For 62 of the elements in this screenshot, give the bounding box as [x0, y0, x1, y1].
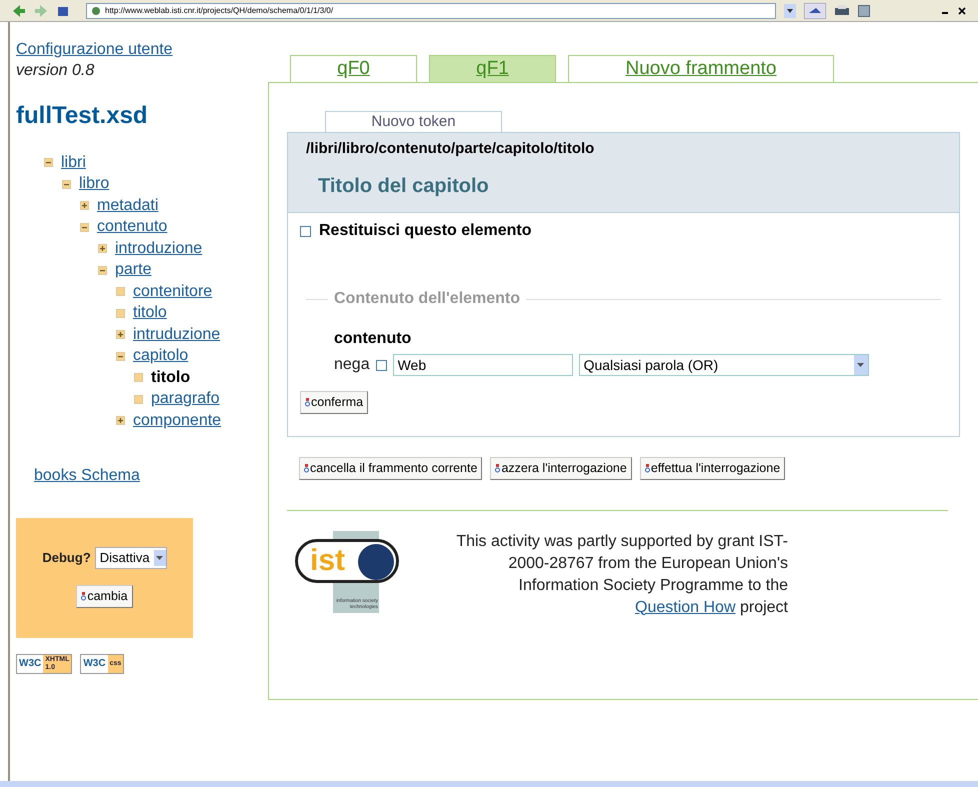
minus-icon[interactable] — [62, 180, 71, 189]
field-name: contenuto — [334, 329, 412, 349]
minus-icon[interactable] — [98, 266, 107, 275]
project-link[interactable]: Question How — [635, 598, 736, 616]
mode-select[interactable]: Qualsiasi parola (OR) — [578, 354, 869, 376]
caret-icon — [156, 556, 164, 560]
caret-icon — [857, 363, 864, 367]
fieldset-legend: Contenuto dell'elemento — [328, 287, 526, 311]
confirm-button[interactable]: conferma — [300, 391, 368, 414]
value-field[interactable]: Web — [392, 354, 573, 376]
minus-icon[interactable] — [80, 222, 89, 232]
return-checkbox[interactable] — [300, 226, 311, 236]
plus-icon[interactable] — [98, 244, 107, 254]
action-button[interactable]: cancella il frammento corrente — [299, 456, 482, 480]
square-icon — [134, 373, 143, 382]
tree-item[interactable]: contenuto — [97, 215, 168, 240]
page-icon — [91, 6, 101, 16]
tree-item[interactable]: capitolo — [133, 344, 188, 368]
minus-icon[interactable] — [44, 158, 53, 168]
token-tab[interactable]: Nuovo token — [325, 111, 502, 132]
close-icon[interactable] — [958, 6, 966, 14]
tree-item[interactable]: intruduzione — [133, 322, 220, 347]
square-icon[interactable] — [858, 4, 870, 16]
fragment-tab[interactable]: Nuovo frammento — [568, 55, 834, 82]
tree-item[interactable]: paragrafo — [151, 387, 220, 412]
schema-title: fullTest.xsd — [16, 101, 149, 131]
tree-item[interactable]: titolo — [133, 301, 167, 326]
plus-icon[interactable] — [80, 201, 89, 210]
square-icon — [116, 287, 125, 296]
action-button[interactable]: effettua l'interrogazione — [640, 456, 786, 480]
minus-icon[interactable] — [116, 352, 125, 361]
version-text: version 0.8 — [16, 61, 96, 81]
tree-item[interactable]: parte — [115, 258, 152, 282]
plus-icon[interactable] — [116, 330, 125, 340]
config-link[interactable]: Configurazione utente — [16, 40, 268, 60]
url-text: http://www.weblab.isti.cnr.it/projects/QH/demo/schema/0/1/1/3/0/ — [105, 4, 334, 16]
debug-label: Debug? — [42, 549, 91, 568]
tree-item[interactable]: componente — [133, 408, 222, 433]
address-bar[interactable]: http://www.weblab.isti.cnr.it/projects/QH/demo/schema/0/1/1/3/0/ — [86, 2, 776, 18]
change-button[interactable]: cambia — [76, 584, 133, 608]
tree-item[interactable]: libro — [79, 172, 110, 196]
back-icon[interactable] — [12, 4, 26, 18]
schema-link[interactable]: books Schema — [34, 464, 268, 488]
tree-item[interactable]: introduzione — [115, 236, 202, 261]
tree-item[interactable]: contenitore — [133, 280, 212, 304]
square-icon — [116, 308, 125, 318]
tree-item[interactable]: titolo — [151, 366, 190, 390]
plus-icon[interactable] — [116, 416, 125, 426]
element-path: /libri/libro/contenuto/parte/capitolo/titolo — [306, 139, 596, 159]
negate-label: nega — [334, 355, 370, 375]
funding-note: This activity was partly supported by grant IST-2000-28767 from the European Union's Information Society Programme to the Question How project — [455, 532, 788, 618]
negate-checkbox[interactable] — [376, 360, 387, 370]
action-button[interactable]: azzera l'interrogazione — [490, 456, 632, 480]
debug-select[interactable]: Disattiva — [94, 547, 167, 569]
square-icon — [134, 394, 143, 404]
return-label: Restituisci questo elemento — [319, 221, 532, 241]
tree-item[interactable]: libri — [61, 150, 86, 175]
element-title: Titolo del capitolo — [318, 174, 490, 198]
dropdown-icon[interactable] — [784, 4, 796, 18]
fragment-tab[interactable]: qF0 — [290, 55, 417, 82]
tree-item[interactable]: metadati — [97, 194, 158, 218]
printer-icon[interactable] — [834, 4, 850, 18]
